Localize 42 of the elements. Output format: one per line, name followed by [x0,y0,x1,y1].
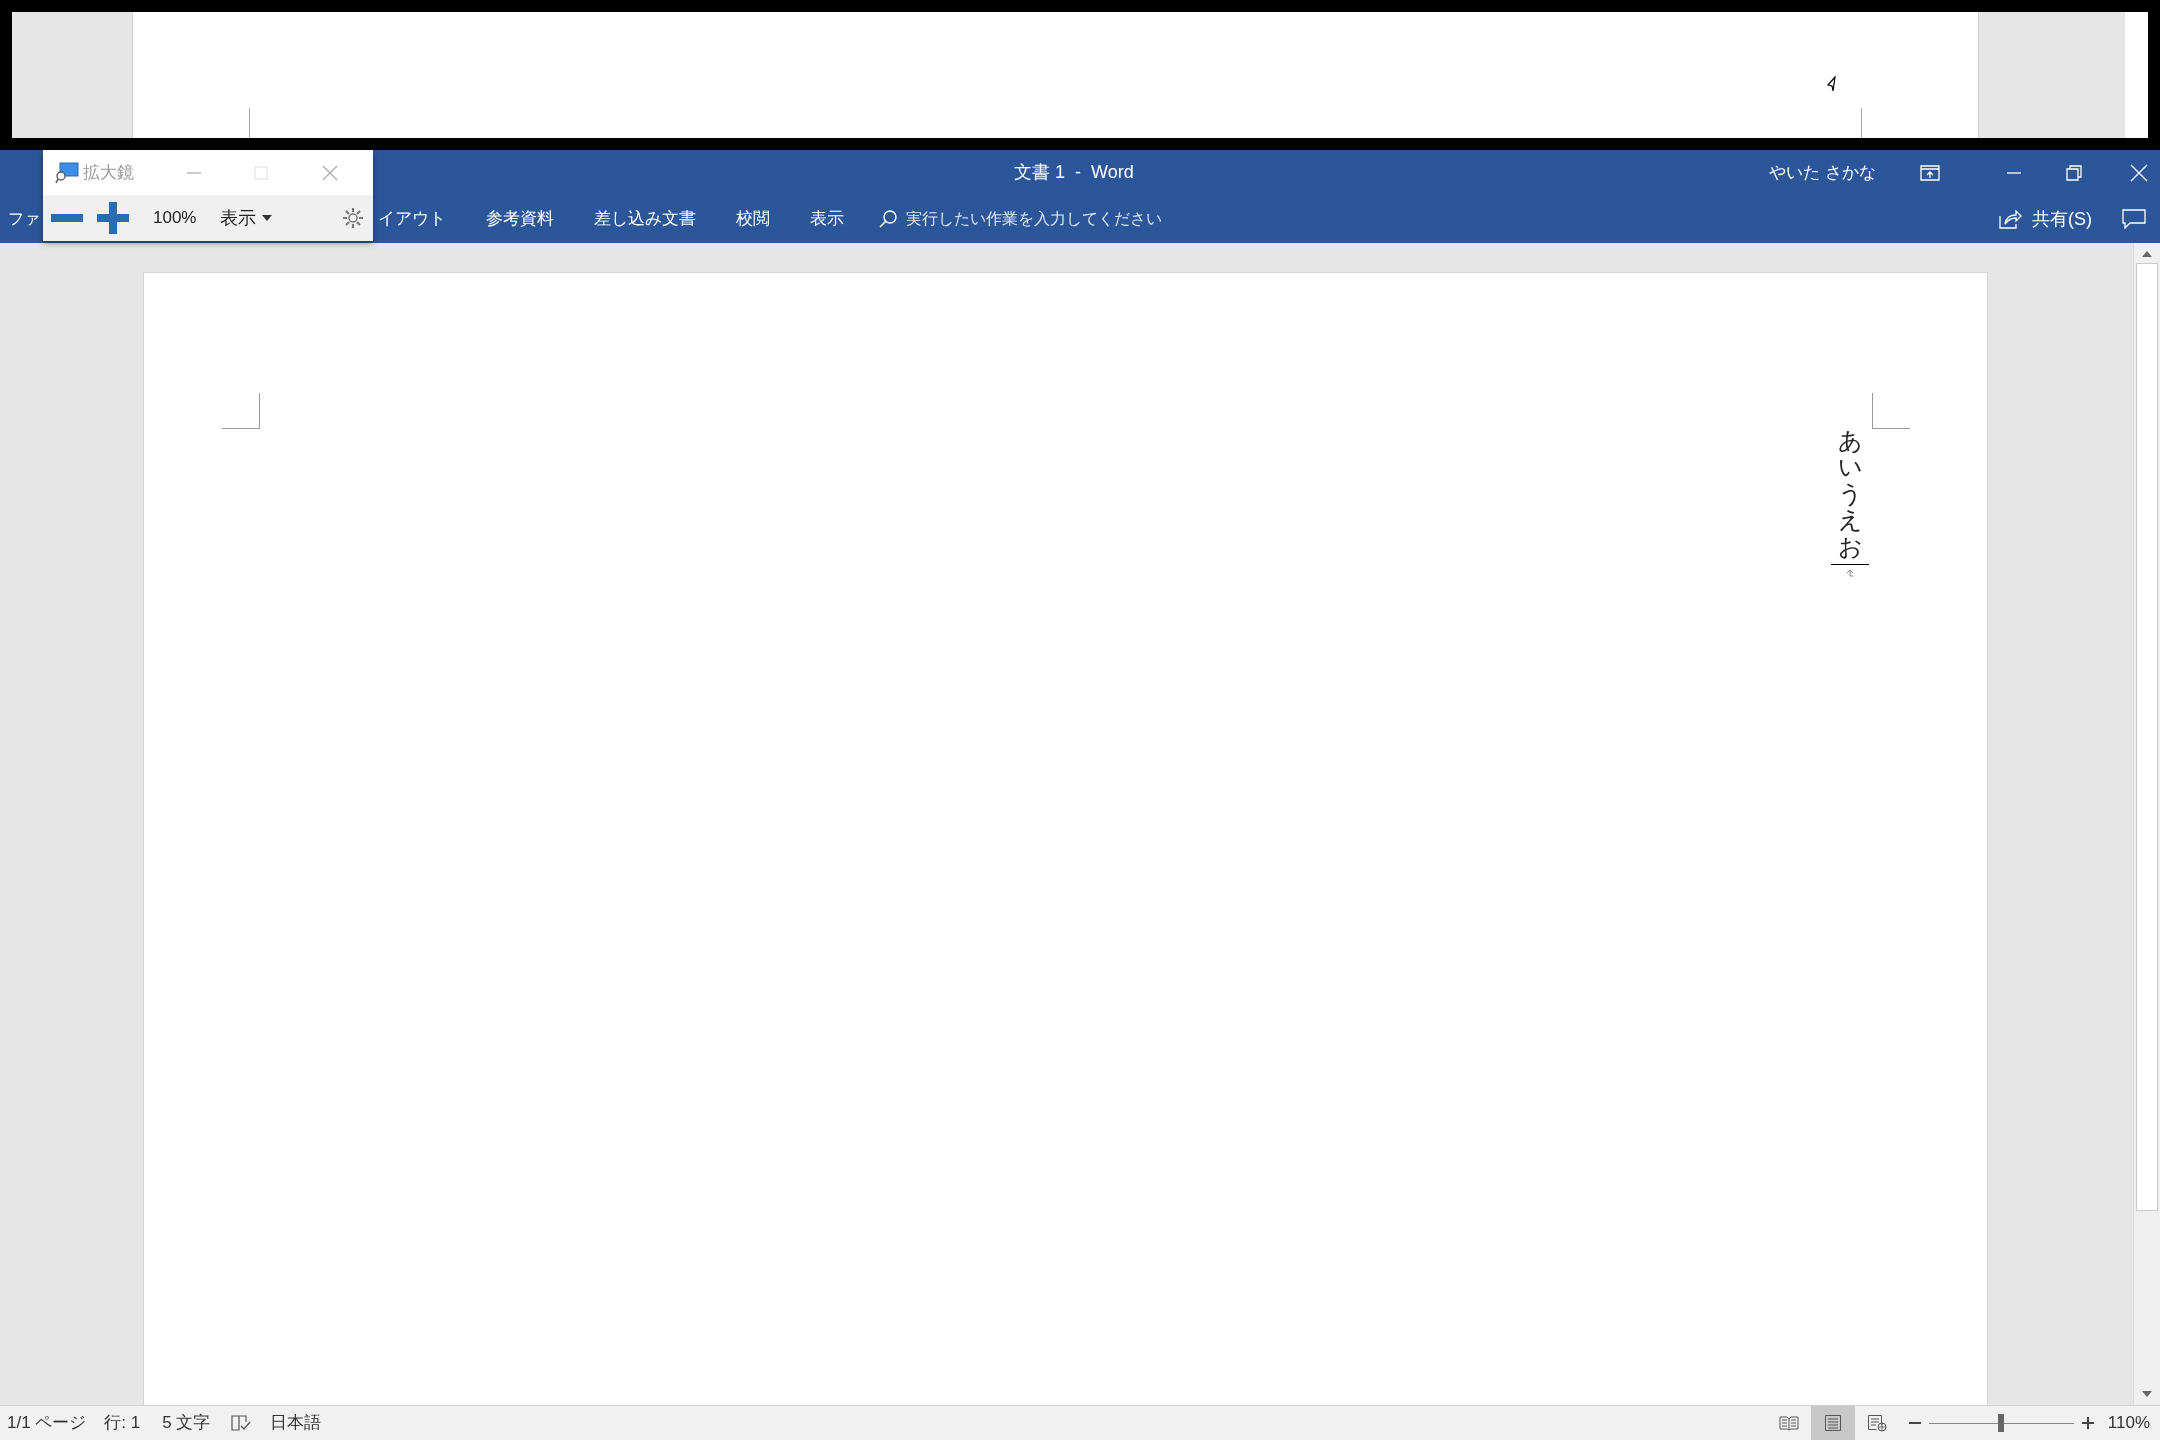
line-number[interactable]: 行: 1 [104,1410,141,1436]
page-icon [1823,1414,1842,1432]
zoom-in-icon[interactable] [97,202,129,234]
restore-icon[interactable] [2066,164,2082,181]
scrollbar[interactable] [2133,243,2160,1405]
ribbon-tab[interactable]: ファ [8,207,40,231]
page-count[interactable]: 1/1 ページ [7,1410,87,1436]
window-title: 拡大鏡 [83,161,134,184]
ribbon-tab[interactable]: 表示 [810,206,844,232]
corner-mark [1872,393,1910,429]
search-icon [878,209,898,229]
zoom-slider[interactable] [1928,1414,2074,1432]
word-count[interactable]: 5 文字 [162,1410,211,1436]
comment-icon[interactable] [2122,209,2146,229]
ribbon-tab[interactable]: 校閲 [736,206,770,232]
web-page-icon [1866,1414,1887,1432]
zoom-percent: 100% [153,207,197,230]
scroll-thumb[interactable] [2136,263,2158,1211]
language[interactable]: 日本語 [270,1410,322,1436]
tell-me-field[interactable]: 実行したい作業を入力してください [906,207,1162,231]
zoom-in-icon[interactable] [2081,1417,2094,1429]
window-title: 文書 1 - Word [1014,161,1134,184]
scroll-up-icon[interactable] [2142,251,2152,257]
zoom-level[interactable]: 110% [2107,1410,2150,1436]
book-icon [1778,1415,1799,1431]
caret-icon [262,215,273,221]
ribbon-tab[interactable]: 差し込み文書 [594,206,696,232]
corner-mark [222,393,260,429]
proofing-icon[interactable] [230,1414,253,1432]
magnifier-icon [55,161,79,184]
paragraph-mark-icon [1846,568,1854,577]
scroll-down-icon[interactable] [2142,1391,2152,1397]
user-name[interactable]: やいた さかな [1769,159,1876,186]
settings-icon[interactable] [341,206,365,230]
ribbon-tab[interactable]: イアウト [378,206,446,232]
vertical-text: あいうえお [1838,428,1862,560]
ribbon-tab[interactable]: 参考資料 [486,206,554,232]
share-icon [1998,208,2022,230]
ribbon-display-icon[interactable] [1920,164,1940,181]
share-button[interactable]: 共有(S) [2032,205,2092,233]
view-menu[interactable]: 表示 [220,204,273,232]
view-button[interactable] [1810,1406,1855,1440]
